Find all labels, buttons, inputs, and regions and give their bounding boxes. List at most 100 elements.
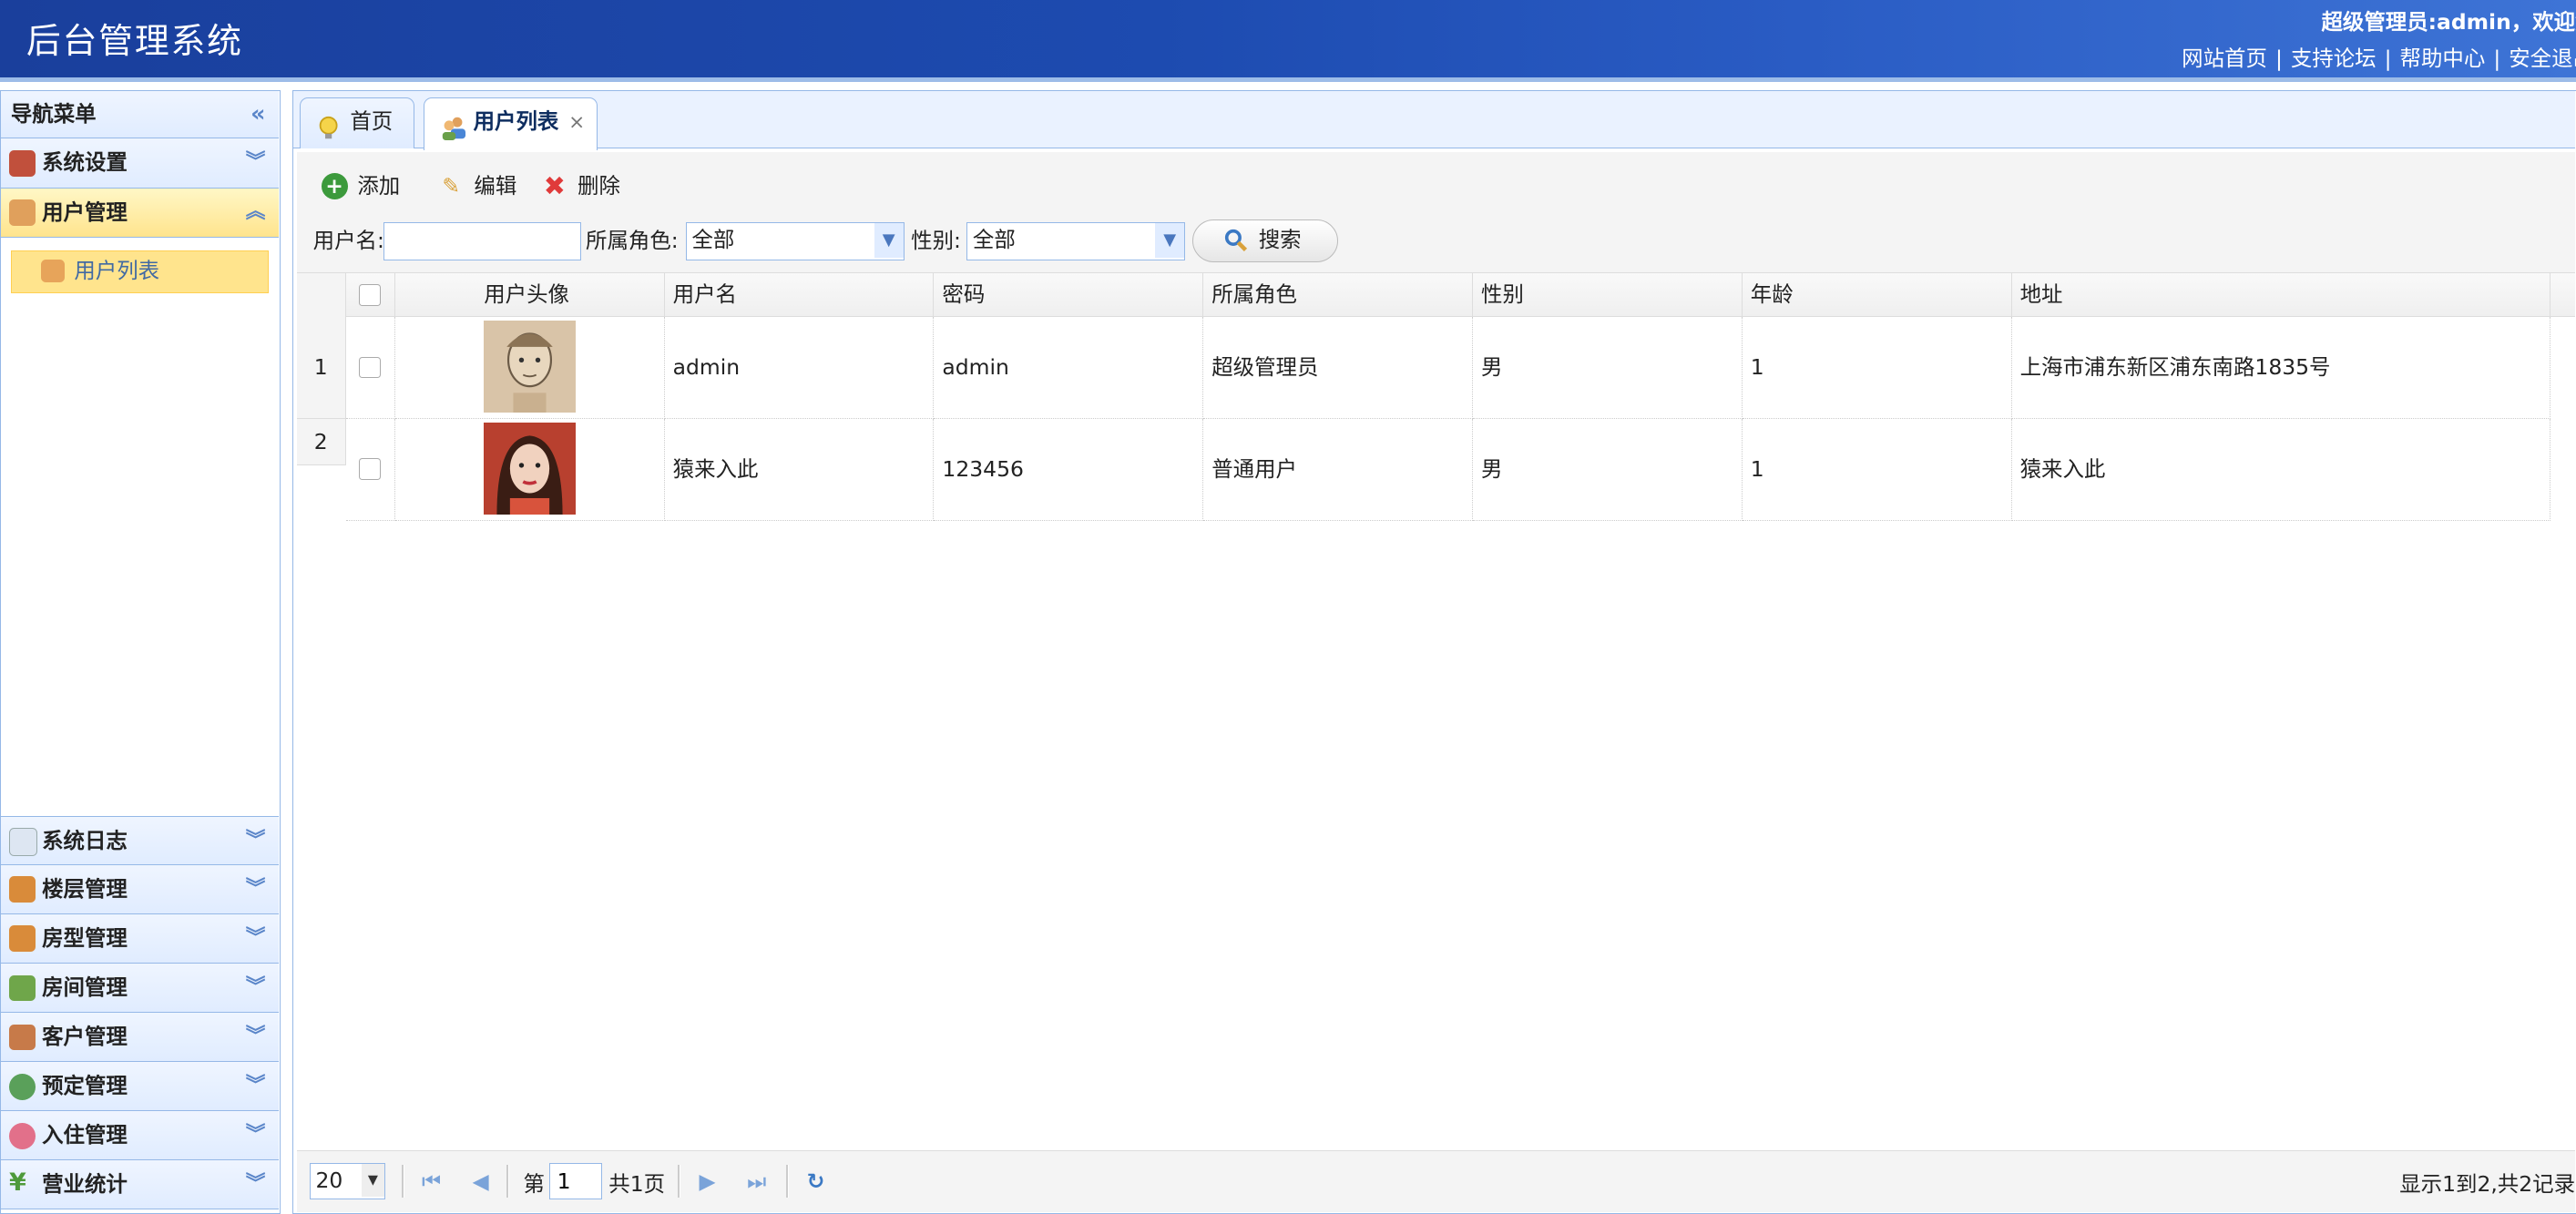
avatar-cell [394,419,665,521]
delete-button[interactable]: ✖ 删除 [541,168,620,208]
user-list-icon [41,260,65,283]
sidebar-item-label: 楼层管理 [42,875,128,902]
gender-cell: 男 [1473,317,1743,420]
lightbulb-icon [317,110,340,139]
column-header[interactable]: 地址 [2012,272,2551,318]
main-area: 首页 用户列表 × + 添加 ✎ 编辑 ✖ 删除 用户名: 所属角色: 全部 ▼… [292,90,2576,1214]
sidebar-item-room-management[interactable]: 房间管理 ︾ [1,963,279,1013]
pager-summary: 显示1到2,共2记录 [2399,1170,2576,1197]
add-label: 添加 [357,172,401,199]
sidebar-item-booking-management[interactable]: 预定管理 ︾ [1,1062,279,1112]
row-number: 1 [296,317,346,420]
pager-separator [506,1164,510,1198]
role-label: 所属角色: [586,227,679,253]
refresh-icon[interactable]: ↻ [802,1168,829,1195]
first-page-icon[interactable]: ⏮ [418,1168,445,1195]
last-page-icon[interactable]: ⏭ [743,1168,770,1195]
username-cell: 猿来入此 [664,419,935,521]
page-total: 共1页 [608,1170,666,1197]
username-label: 用户名: [312,227,384,253]
avatar-cell [394,317,665,420]
app-title: 后台管理系统 [26,21,243,62]
tab-home[interactable]: 首页 [300,97,415,149]
search-icon [1224,229,1247,251]
user-list-panel: + 添加 ✎ 编辑 ✖ 删除 用户名: 所属角色: 全部 ▼ 性别: 全部 ▼ [296,151,2576,1213]
user-table: 用户头像 用户名 密码 所属角色 性别 年龄 地址 1 admin admin … [296,271,2576,1152]
building-icon [9,876,36,903]
tab-label: 用户列表 [473,108,559,135]
sidebar-item-room-type-management[interactable]: 房型管理 ︾ [1,913,279,964]
sidebar-item-checkin-management[interactable]: 入住管理 ︾ [1,1111,279,1161]
link-separator: | [2493,46,2501,72]
sidebar-item-user-management[interactable]: 用户管理 ︽ [1,188,279,238]
chevron-down-icon: ︾ [245,876,266,900]
link-separator: | [2384,46,2392,72]
close-icon[interactable]: × [568,111,585,134]
chevron-down-icon: ︾ [245,1025,266,1047]
password-cell: admin [934,317,1204,420]
address-cell: 上海市浦东新区浦东南路1835号 [2011,317,2551,420]
sidebar-item-system-log[interactable]: 系统日志 ︾ [1,815,279,865]
link-separator: | [2274,46,2283,72]
rownum-header [296,272,346,318]
chevron-up-icon: ︽ [245,199,266,223]
search-button[interactable]: 搜索 [1191,219,1339,262]
prev-page-icon[interactable]: ◀ [467,1168,494,1195]
link-help[interactable]: 帮助中心 [2400,46,2486,71]
sidebar-subitem-user-list[interactable]: 用户列表 [10,250,269,294]
row-checkbox[interactable] [359,458,381,480]
page-size-value: 20 [315,1168,343,1194]
link-logout[interactable]: 安全退出 [2509,46,2576,71]
sidebar-item-business-statistics[interactable]: ¥ 营业统计 ︾ [1,1160,279,1210]
chevron-down-icon: ︾ [245,925,266,949]
checkin-icon [9,1122,36,1149]
gender-cell: 男 [1473,419,1743,521]
next-page-icon[interactable]: ▶ [694,1168,721,1195]
sidebar-item-label: 房间管理 [42,974,128,1000]
page-size-select[interactable]: 20 ▼ [310,1163,385,1199]
role-select[interactable]: 全部 ▼ [686,222,905,260]
link-forum[interactable]: 支持论坛 [2291,46,2377,71]
age-cell: 1 [1742,317,2012,420]
column-header[interactable]: 用户名 [665,272,935,318]
tab-user-list[interactable]: 用户列表 × [423,97,598,151]
column-header[interactable]: 所属角色 [1203,272,1473,318]
delete-label: 删除 [578,172,620,199]
gender-label: 性别: [911,227,961,253]
username-cell: admin [664,317,935,420]
sidebar-item-customer-management[interactable]: 客户管理 ︾ [1,1013,279,1063]
sidebar: 导航菜单 « 系统设置 ︾ 用户管理 ︽ 用户列表 系统日志 ︾ 楼层管理 ︾ [0,90,281,1214]
column-header[interactable]: 性别 [1473,272,1743,318]
link-site-home[interactable]: 网站首页 [2182,46,2267,71]
sidebar-item-label: 营业统计 [42,1171,128,1198]
row-select-cell [345,317,395,420]
gender-select[interactable]: 全部 ▼ [966,222,1186,260]
select-all-cell [346,272,395,318]
select-all-checkbox[interactable] [359,284,381,306]
column-header[interactable]: 年龄 [1743,272,2012,318]
page-number-input[interactable] [549,1163,603,1199]
nav-menu-label: 导航菜单 [10,101,97,128]
tab-label: 首页 [350,108,394,135]
avatar [484,422,577,515]
chevron-down-icon: ︾ [245,1172,266,1196]
add-button[interactable]: + 添加 [321,168,401,208]
pager-separator [678,1164,680,1198]
app-header: 后台管理系统 超级管理员:admin，欢迎您 网站首页 | 支持论坛 | 帮助中心 | 安全… [0,0,2576,83]
sidebar-item-label: 入住管理 [42,1122,128,1148]
sidebar-subitem-label: 用户列表 [74,258,160,284]
sidebar-item-floor-management[interactable]: 楼层管理 ︾ [1,864,279,914]
role-cell: 普通用户 [1203,419,1473,521]
chevron-down-icon: ▼ [1154,223,1185,259]
chevron-down-icon: ︾ [245,828,266,852]
welcome-text: 超级管理员:admin，欢迎您 [2321,9,2576,36]
row-checkbox[interactable] [359,356,381,378]
page-prefix: 第 [523,1170,545,1197]
column-header[interactable]: 用户头像 [395,272,665,318]
edit-button[interactable]: ✎ 编辑 [438,168,516,208]
avatar [484,320,577,413]
double-chevron-left-icon[interactable]: « [250,91,265,138]
username-input[interactable] [383,222,581,260]
column-header[interactable]: 密码 [934,272,1204,318]
sidebar-item-system-settings[interactable]: 系统设置 ︾ [1,138,279,189]
